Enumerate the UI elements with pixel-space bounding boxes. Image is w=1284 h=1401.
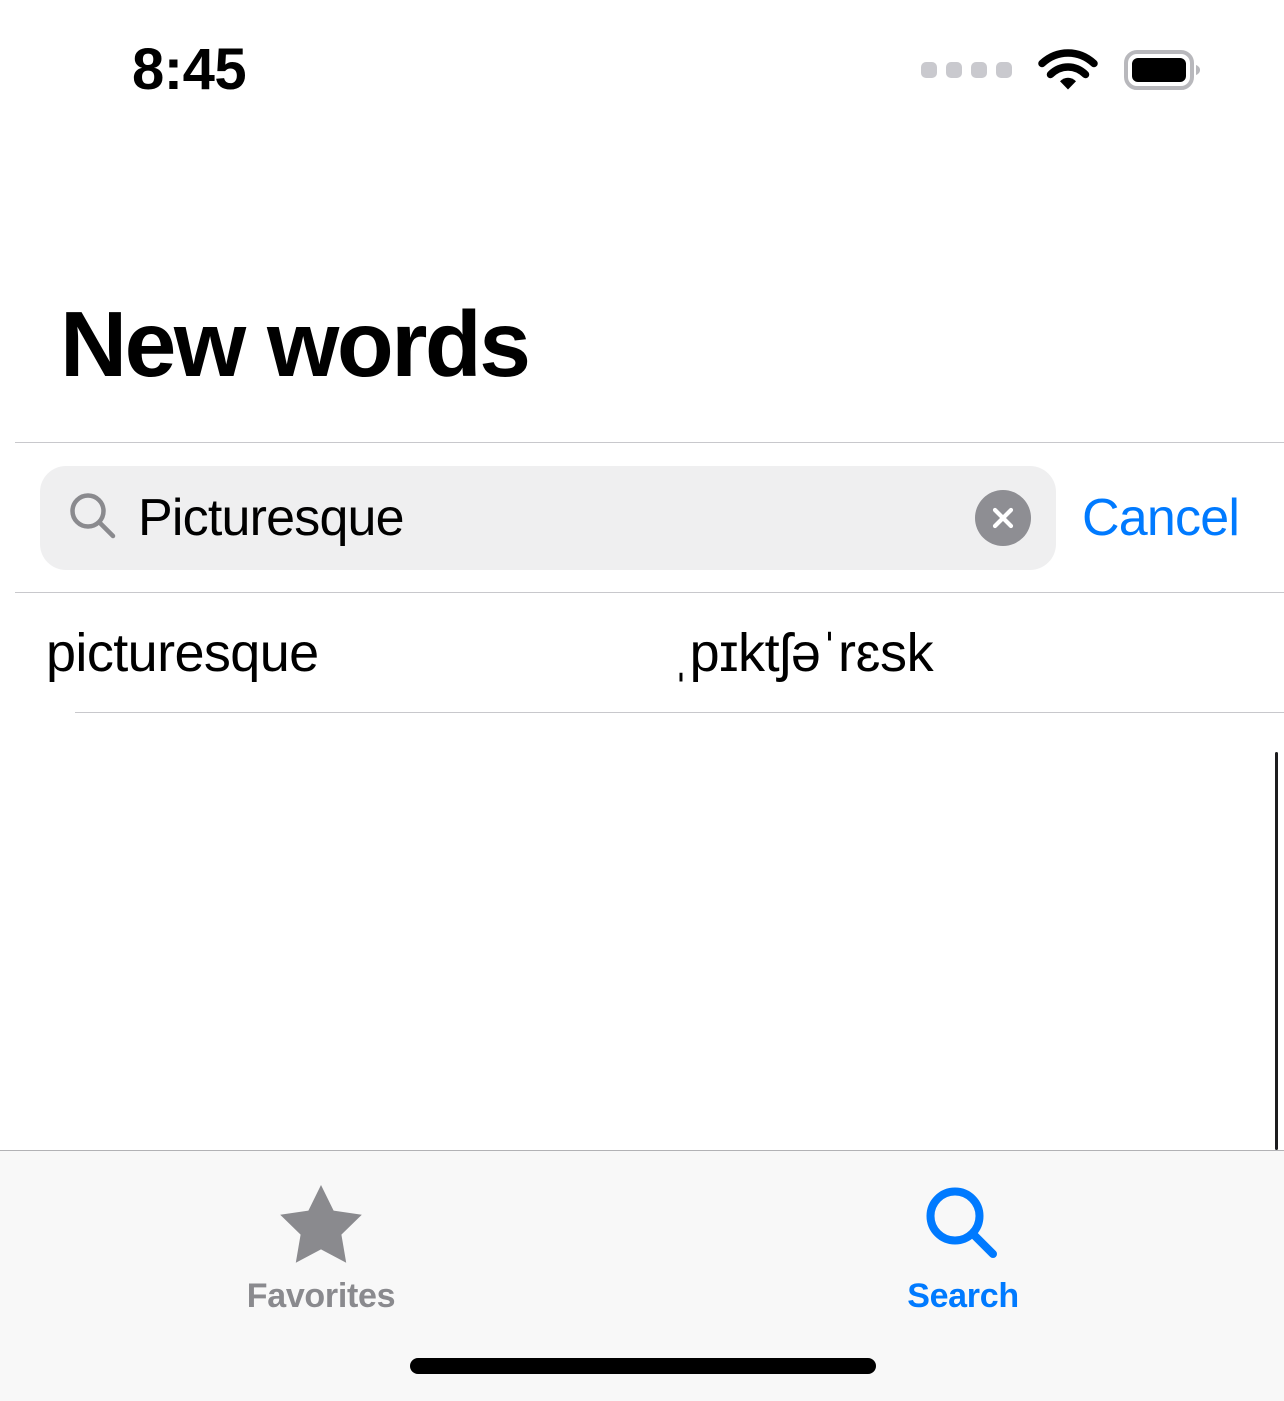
phone-screen: 8:45 New words Picturesque Cancel pictur… <box>0 0 1284 1401</box>
page-title: New words <box>60 292 531 396</box>
search-icon <box>40 489 120 548</box>
list-item[interactable]: picturesque ˌpɪktʃəˈrɛsk <box>0 593 1284 713</box>
signal-dots-icon <box>921 62 1012 78</box>
tab-favorites-label: Favorites <box>246 1277 396 1315</box>
search-input-value: Picturesque <box>138 490 405 546</box>
star-icon <box>277 1185 365 1263</box>
status-bar: 8:45 <box>0 0 1284 120</box>
battery-full-icon <box>1124 50 1200 90</box>
result-ipa-transcription: ˌpɪktʃəˈrɛsk <box>672 623 934 683</box>
cancel-button[interactable]: Cancel <box>1082 490 1240 546</box>
status-bar-time: 8:45 <box>132 37 247 102</box>
search-bar: Picturesque Cancel <box>0 463 1284 573</box>
wifi-icon <box>1038 48 1098 92</box>
search-results-list: picturesque ˌpɪktʃəˈrɛsk <box>0 593 1284 713</box>
tab-search-label: Search <box>907 1277 1019 1315</box>
status-bar-indicators <box>921 48 1200 92</box>
home-indicator[interactable] <box>410 1358 876 1374</box>
search-icon <box>922 1185 1004 1263</box>
result-word: picturesque <box>46 623 319 683</box>
row-separator <box>75 712 1284 713</box>
scrollbar[interactable] <box>1275 752 1278 1150</box>
close-icon <box>992 507 1014 529</box>
clear-icon[interactable] <box>975 490 1031 546</box>
title-divider <box>15 442 1284 443</box>
search-input[interactable]: Picturesque <box>40 466 1056 570</box>
